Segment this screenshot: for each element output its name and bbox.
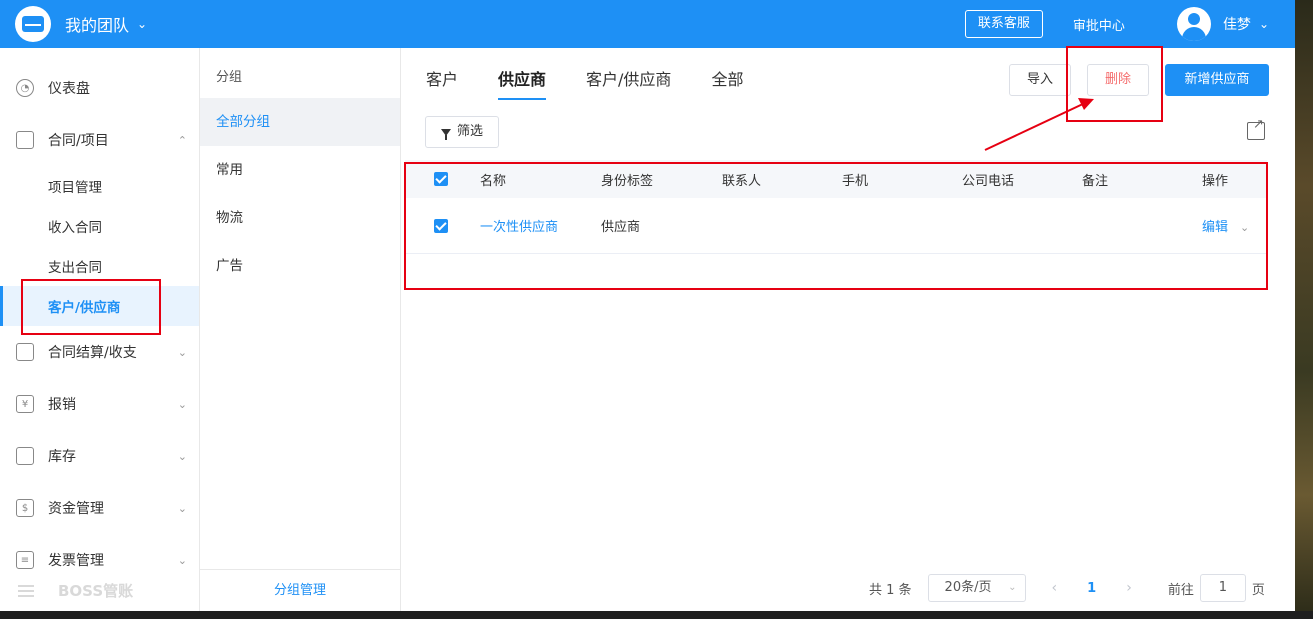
- tab-supplier[interactable]: 供应商: [498, 66, 547, 100]
- type-tabs: 客户 供应商 客户/供应商 全部: [426, 66, 783, 100]
- sidebar: ◔ 仪表盘 合同/项目 ⌃ 项目管理 收入合同 支出合同 客户/供应商 合同结算…: [0, 48, 200, 611]
- yen-icon: ¥: [16, 395, 34, 413]
- sidebar-item-label: 报销: [48, 397, 76, 413]
- taskbar-strip: [0, 611, 1313, 619]
- sidebar-item-label: 资金管理: [48, 501, 104, 517]
- chevron-down-icon: ⌄: [1008, 582, 1017, 593]
- goto-label: 前往: [1167, 582, 1194, 598]
- col-contact: 联系人: [722, 173, 762, 189]
- col-phone: 公司电话: [962, 173, 1015, 189]
- user-chevron-down-icon[interactable]: ⌄: [1259, 17, 1269, 31]
- chevron-down-icon: ⌄: [177, 501, 187, 515]
- chevron-down-icon: ⌄: [177, 397, 187, 411]
- invoice-icon: ≡: [16, 551, 34, 569]
- page-suffix: 页: [1251, 582, 1265, 598]
- menu-collapse-icon[interactable]: [18, 584, 34, 597]
- sidebar-item-reimbursement[interactable]: ¥ 报销 ⌄: [0, 378, 199, 430]
- goto-page-input[interactable]: 1: [1199, 574, 1246, 602]
- sidebar-sub-project-management[interactable]: 项目管理: [0, 166, 199, 206]
- group-manage-link[interactable]: 分组管理: [200, 569, 400, 611]
- chevron-up-icon: ⌃: [177, 133, 187, 147]
- folder-icon: [16, 131, 34, 149]
- sidebar-item-funds[interactable]: $ 资金管理 ⌄: [0, 482, 199, 534]
- main-content: 客户 供应商 客户/供应商 全部 导入 删除 新增供应商 筛选 名称 身份标签 …: [401, 48, 1295, 611]
- chevron-down-icon[interactable]: ⌄: [137, 17, 147, 31]
- sidebar-item-label: 合同结算/收支: [48, 345, 137, 361]
- team-logo-icon[interactable]: [15, 6, 51, 42]
- chevron-down-icon: ⌄: [177, 449, 187, 463]
- group-panel: 分组 全部分组 常用 物流 广告 分组管理: [200, 48, 401, 611]
- page-size-select[interactable]: 20条/页 ⌄: [927, 574, 1026, 602]
- col-mobile: 手机: [842, 173, 869, 189]
- col-name: 名称: [480, 173, 507, 189]
- chevron-down-icon: ⌄: [177, 345, 187, 359]
- sidebar-sub-expense-contract[interactable]: 支出合同: [0, 246, 199, 286]
- more-chevron-icon[interactable]: ⌄: [1240, 221, 1249, 234]
- table-header: 名称 身份标签 联系人 手机 公司电话 备注 操作: [405, 160, 1267, 198]
- current-page[interactable]: 1: [1087, 581, 1096, 596]
- select-all-checkbox[interactable]: [434, 172, 448, 186]
- sidebar-item-contracts[interactable]: 合同/项目 ⌃: [0, 114, 199, 166]
- col-operation: 操作: [1202, 173, 1229, 189]
- contact-support-button[interactable]: 联系客服: [964, 10, 1043, 38]
- box-icon: [16, 447, 34, 465]
- edit-link[interactable]: 编辑: [1202, 220, 1228, 235]
- money-icon: $: [16, 499, 34, 517]
- top-bar: 我的团队 ⌄ 联系客服 审批中心 佳梦 ⌄: [0, 0, 1295, 48]
- sidebar-item-dashboard[interactable]: ◔ 仪表盘: [0, 62, 199, 114]
- sidebar-item-invoice[interactable]: ≡ 发票管理 ⌄: [0, 534, 199, 586]
- sidebar-item-inventory[interactable]: 库存 ⌄: [0, 430, 199, 482]
- user-name[interactable]: 佳梦: [1223, 14, 1251, 34]
- sidebar-item-label: 发票管理: [48, 553, 104, 569]
- col-tag: 身份标签: [601, 173, 654, 189]
- row-checkbox[interactable]: [434, 218, 448, 233]
- group-item-logistics[interactable]: 物流: [200, 194, 400, 242]
- table-row: 一次性供应商 供应商 编辑 ⌄: [405, 198, 1267, 254]
- avatar[interactable]: [1176, 7, 1211, 41]
- sidebar-item-label: 仪表盘: [48, 81, 90, 97]
- col-note: 备注: [1082, 173, 1109, 189]
- group-panel-title: 分组: [216, 70, 243, 85]
- add-supplier-button[interactable]: 新增供应商: [1165, 64, 1269, 96]
- filter-icon: [440, 128, 451, 140]
- sidebar-item-label: 库存: [48, 449, 76, 465]
- filter-button[interactable]: 筛选: [425, 116, 499, 148]
- delete-button[interactable]: 删除: [1087, 64, 1149, 96]
- export-icon[interactable]: [1247, 117, 1265, 140]
- tab-customer-supplier[interactable]: 客户/供应商: [586, 66, 671, 100]
- group-item-common[interactable]: 常用: [200, 146, 400, 194]
- settlement-icon: [16, 343, 34, 361]
- dashboard-icon: ◔: [16, 79, 34, 97]
- pagination: 共 1 条 20条/页 ⌄ ‹ 1 › 前往 1 页: [869, 574, 1265, 602]
- desktop-background-strip: [1295, 0, 1313, 619]
- team-title[interactable]: 我的团队: [65, 12, 129, 36]
- approval-center-link[interactable]: 审批中心: [1073, 15, 1125, 34]
- supplier-name-link[interactable]: 一次性供应商: [480, 216, 601, 235]
- import-button[interactable]: 导入: [1009, 64, 1071, 96]
- supplier-tag: 供应商: [601, 220, 641, 235]
- page-size-value: 20条/页: [944, 580, 992, 595]
- brand-name: BOSS管账: [58, 582, 134, 600]
- group-item-ads[interactable]: 广告: [200, 242, 400, 290]
- tab-customer[interactable]: 客户: [426, 66, 458, 100]
- sidebar-sub-customer-supplier[interactable]: 客户/供应商: [0, 286, 199, 326]
- total-count: 共 1 条: [869, 582, 912, 598]
- tab-all[interactable]: 全部: [711, 66, 743, 100]
- brand-footer[interactable]: BOSS管账: [18, 580, 133, 601]
- group-item-all[interactable]: 全部分组: [200, 98, 400, 146]
- row-operations: 编辑 ⌄: [1202, 216, 1262, 235]
- prev-page-icon[interactable]: ‹: [1052, 580, 1058, 596]
- sidebar-sub-income-contract[interactable]: 收入合同: [0, 206, 199, 246]
- sidebar-item-label: 合同/项目: [48, 133, 109, 149]
- chevron-down-icon: ⌄: [177, 553, 187, 567]
- supplier-table: 名称 身份标签 联系人 手机 公司电话 备注 操作 一次性供应商 供应商 编辑 ⌄: [405, 160, 1267, 254]
- sidebar-item-settlement[interactable]: 合同结算/收支 ⌄: [0, 326, 199, 378]
- filter-label: 筛选: [456, 124, 483, 139]
- next-page-icon[interactable]: ›: [1126, 580, 1132, 596]
